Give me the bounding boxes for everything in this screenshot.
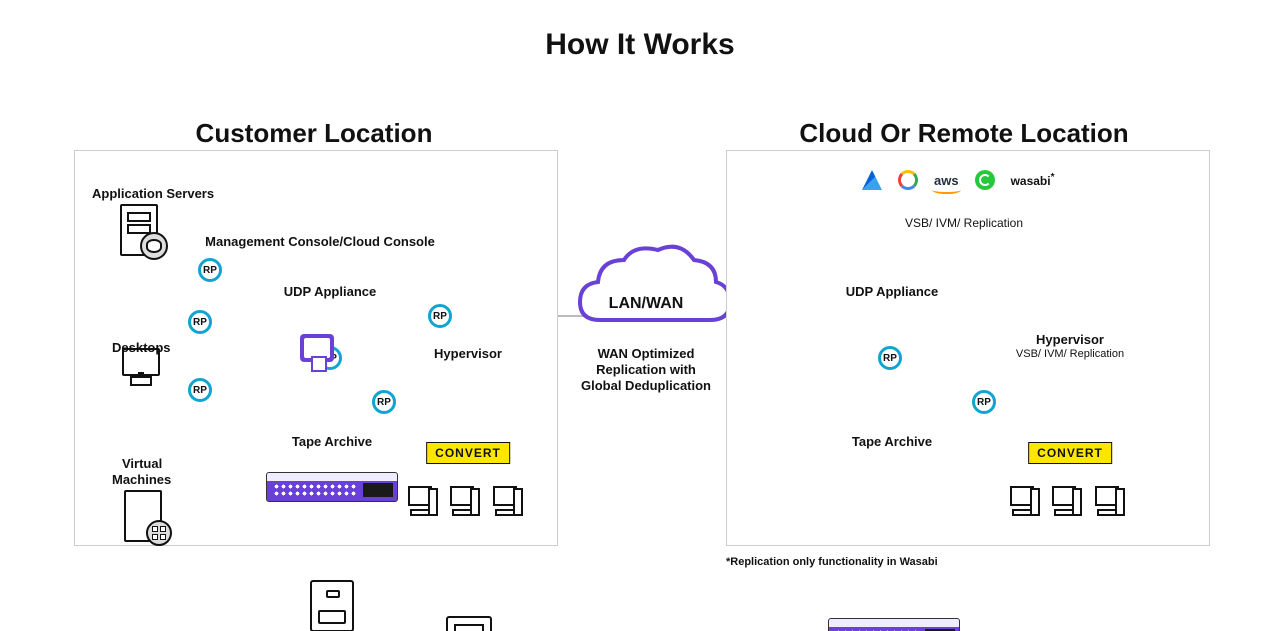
vm-icon	[124, 490, 162, 542]
wan-sub2: Replication with	[596, 362, 696, 377]
rp-badge: RP	[372, 390, 396, 414]
vm-label-1: Virtual	[122, 456, 162, 471]
right-heading: Cloud Or Remote Location	[799, 118, 1128, 149]
hv-icon-left	[446, 616, 492, 631]
desktops-label: Desktops	[112, 340, 171, 355]
page-title: How It Works	[545, 28, 734, 62]
hv-label-left: Hypervisor	[434, 346, 502, 361]
azure-icon	[862, 170, 882, 190]
lanwan-label: LAN/WAN	[609, 295, 684, 313]
console-icon	[300, 334, 334, 362]
rp-badge: RP	[198, 258, 222, 282]
vm-label-2: Machines	[112, 472, 171, 487]
convert-badge-left: CONVERT	[426, 442, 510, 464]
aws-icon: aws	[934, 173, 959, 188]
rp-badge: RP	[188, 310, 212, 334]
pc-row-right	[1006, 486, 1129, 521]
rp-badge: RP	[188, 378, 212, 402]
udp-appliance-left	[266, 472, 398, 502]
tape-label-right: Tape Archive	[852, 434, 932, 449]
app-servers-icon	[120, 204, 158, 256]
vsb-label: VSB/ IVM/ Replication	[905, 216, 1023, 230]
cloud-logos: aws wasabi*	[862, 170, 1055, 190]
tape-icon-left	[310, 580, 354, 631]
app-servers-label: Application Servers	[92, 186, 214, 201]
tape-label-left: Tape Archive	[292, 434, 372, 449]
rp-badge: RP	[428, 304, 452, 328]
hv-label-right: Hypervisor	[1036, 332, 1104, 347]
pc-row-left	[404, 486, 527, 521]
hv-sub-right: VSB/ IVM/ Replication	[1016, 348, 1124, 360]
wan-sub3: Global Deduplication	[581, 378, 711, 393]
udp-label-right: UDP Appliance	[846, 284, 938, 299]
footnote: *Replication only functionality in Wasab…	[726, 556, 938, 568]
rp-badge: RP	[878, 346, 902, 370]
convert-badge-right: CONVERT	[1028, 442, 1112, 464]
wan-sub1: WAN Optimized	[598, 346, 695, 361]
udp-label-left: UDP Appliance	[284, 284, 376, 299]
right-panel	[726, 150, 1210, 546]
left-heading: Customer Location	[196, 118, 433, 149]
udp-appliance-right	[828, 618, 960, 631]
wasabi-icon	[975, 170, 995, 190]
console-label: Management Console/Cloud Console	[205, 234, 435, 249]
wasabi-label: wasabi*	[1011, 172, 1055, 188]
gcp-icon	[898, 170, 918, 190]
rp-badge: RP	[972, 390, 996, 414]
